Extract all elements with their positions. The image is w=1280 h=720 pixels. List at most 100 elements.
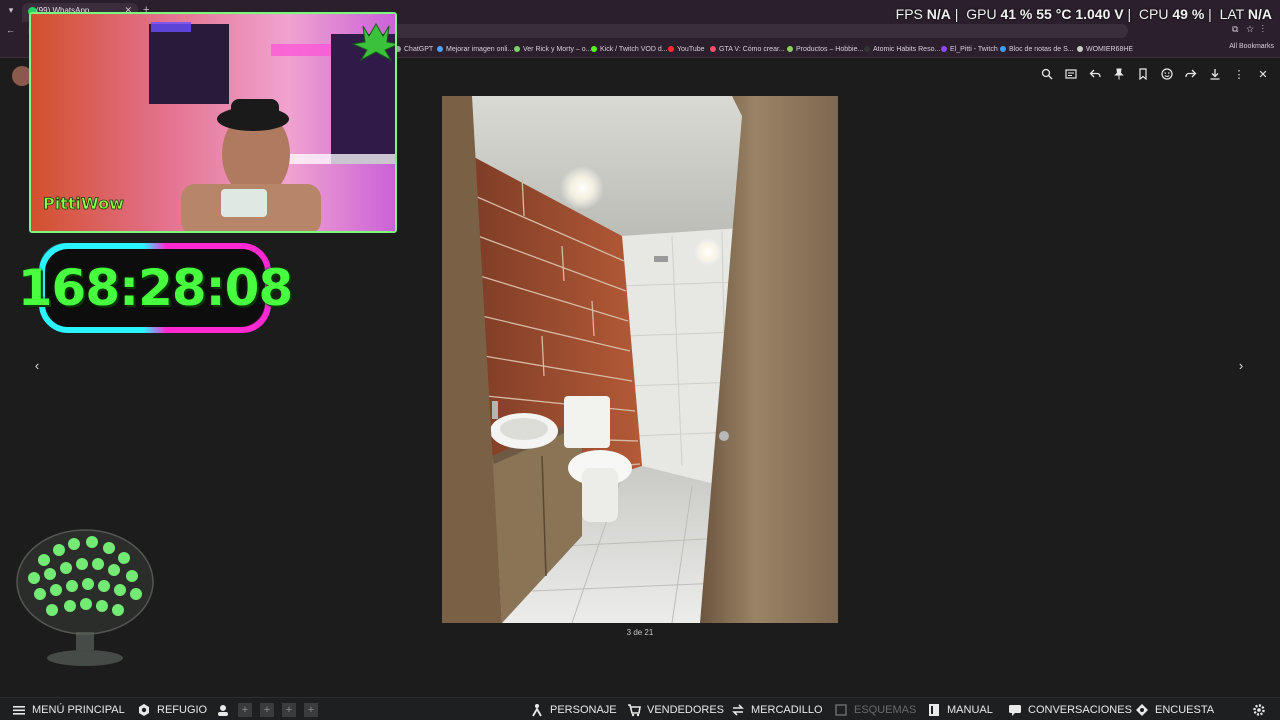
refugio-button[interactable]: REFUGIO [137, 702, 207, 718]
mercadillo-label: MERCADILLO [751, 704, 823, 716]
empty-slot-3[interactable]: + [282, 703, 296, 717]
bookmark-favicon-icon [864, 46, 870, 52]
stream-timer: 168:28:08 [17, 240, 294, 336]
personaje-button[interactable]: PERSONAJE [530, 702, 617, 718]
blueprint-icon [834, 703, 848, 717]
main-menu-button[interactable]: MENÚ PRINCIPAL [12, 702, 125, 718]
main-menu-label: MENÚ PRINCIPAL [32, 704, 125, 716]
gpu-label: GPU [966, 6, 997, 22]
bookmark-item[interactable]: Kick / Twitch VOD d... [591, 43, 668, 55]
bookmark-favicon-icon [941, 46, 947, 52]
esquemas-button[interactable]: ESQUEMAS [834, 702, 916, 718]
bookmark-favicon-icon [710, 46, 716, 52]
empty-slot-4[interactable]: + [304, 703, 318, 717]
cpu-label: CPU [1138, 6, 1169, 22]
conversaciones-button[interactable]: CONVERSACIONES [1008, 702, 1132, 718]
performance-stats: FPS N/A | GPU 41 % 55 °C 1.040 V | CPU 4… [895, 6, 1272, 22]
screen: ▾ (99) WhatsApp ✕ + ← ⧉☆⋮ ChatGPT Mejorar… [0, 0, 1280, 720]
viewer-toolbar: ⋮ ✕ [1040, 68, 1270, 82]
game-hud-bar: MENÚ PRINCIPAL REFUGIO + + + + PERSONAJE… [0, 697, 1280, 720]
bookmark-item[interactable]: Productos – Hobbie... [787, 43, 863, 55]
bookmark-item[interactable]: Mejorar imagen onli... [437, 43, 513, 55]
bookmark-item[interactable]: Atomic Habits Reso... [864, 43, 940, 55]
lat-label: LAT [1219, 6, 1244, 22]
back-arrow-icon[interactable]: ← [6, 25, 15, 35]
webcam-overlay: PittiWow [29, 12, 397, 233]
bookmark-label: Kick / Twitch VOD d... [600, 45, 668, 53]
close-icon[interactable]: ✕ [1256, 68, 1270, 82]
bookmark-item[interactable]: YouTube [668, 43, 705, 55]
all-bookmarks-link[interactable]: All Bookmarks [1229, 43, 1274, 50]
bookmark-favicon-icon [787, 46, 793, 52]
react-icon[interactable] [1160, 68, 1174, 82]
bookmark-favicon-icon [1077, 46, 1083, 52]
star-icon[interactable] [1136, 68, 1150, 82]
reply-icon[interactable] [1088, 68, 1102, 82]
bookmark-item[interactable]: WOMIER68HE [1077, 43, 1133, 55]
zoom-icon[interactable] [1040, 68, 1054, 82]
encuesta-button[interactable]: ENCUESTA [1135, 702, 1214, 718]
chat-icon [1008, 703, 1022, 717]
media-photo[interactable] [442, 96, 838, 623]
menu-icon[interactable]: ⋮ [1232, 68, 1246, 82]
bookmark-favicon-icon [591, 46, 597, 52]
bookmark-item[interactable]: ChatGPT [395, 43, 433, 55]
gpu-volt: 1.040 V [1075, 6, 1124, 22]
bookmark-label: Ver Rick y Morty – o... [523, 45, 592, 53]
book-icon [927, 703, 941, 717]
empty-slot-1[interactable]: + [238, 703, 252, 717]
vendedores-label: VENDEDORES [647, 704, 725, 716]
bookmark-label: WOMIER68HE [1086, 45, 1134, 53]
character-icon [216, 703, 230, 717]
bookmark-label: ChatGPT [404, 45, 434, 53]
forward-icon[interactable] [1184, 68, 1198, 82]
previous-arrow-icon[interactable]: ‹ [30, 358, 44, 374]
bookmark-label: El_Pitti - Twitch [950, 45, 998, 53]
bookmark-label: Bloc de notas de S... [1009, 45, 1074, 53]
caption-icon[interactable] [1064, 68, 1078, 82]
manual-button[interactable]: MANUAL [927, 702, 993, 718]
profile-slot[interactable] [216, 702, 230, 718]
encuesta-label: ENCUESTA [1155, 704, 1215, 716]
timer-value: 168:28:08 [17, 259, 294, 317]
bookmark-label: Mejorar imagen onli... [446, 45, 514, 53]
bookmark-label: Productos – Hobbie... [796, 45, 864, 53]
esquemas-label: ESQUEMAS [854, 704, 917, 716]
bookmark-item[interactable]: Bloc de notas de S... [1000, 43, 1074, 55]
bookmark-favicon-icon [668, 46, 674, 52]
download-icon[interactable] [1208, 68, 1222, 82]
next-arrow-icon[interactable]: › [1234, 358, 1248, 374]
bookmark-item[interactable]: El_Pitti - Twitch [941, 43, 998, 55]
gpu-temp: 55 °C [1036, 6, 1072, 22]
settings-button[interactable] [1252, 702, 1266, 718]
personaje-label: PERSONAJE [550, 704, 617, 716]
gear-icon [137, 703, 151, 717]
refugio-label: REFUGIO [157, 704, 208, 716]
bookmark-label: GTA V: Cómo crear... [719, 45, 785, 53]
vendedores-button[interactable]: VENDEDORES [627, 702, 724, 718]
browser-actions-icon[interactable]: ⧉☆⋮ [1232, 24, 1272, 35]
bookmark-item[interactable]: GTA V: Cómo crear... [710, 43, 785, 55]
fps-label: FPS [895, 6, 923, 22]
cpu-util: 49 % [1172, 6, 1205, 22]
manual-label: MANUAL [947, 704, 993, 716]
mercadillo-button[interactable]: MERCADILLO [731, 702, 823, 718]
tab-search-icon[interactable]: ▾ [4, 3, 18, 17]
bookmark-favicon-icon [1000, 46, 1006, 52]
bookmark-favicon-icon [437, 46, 443, 52]
bookmark-item[interactable]: Ver Rick y Morty – o... [514, 43, 591, 55]
bookmark-favicon-icon [514, 46, 520, 52]
pin-icon[interactable] [1112, 68, 1126, 82]
bowl-overlay [14, 520, 156, 670]
cart-icon [627, 703, 641, 717]
gpu-util: 41 % [1000, 6, 1033, 22]
bookmark-label: Atomic Habits Reso... [873, 45, 941, 53]
empty-slot-2[interactable]: + [260, 703, 274, 717]
exchange-icon [731, 703, 745, 717]
conversaciones-label: CONVERSACIONES [1028, 704, 1132, 716]
poll-icon [1135, 703, 1149, 717]
media-counter: 3 de 21 [626, 628, 654, 637]
lat-value: N/A [1247, 6, 1272, 22]
webcam-logo: PittiWow [43, 194, 124, 213]
person-icon [530, 703, 544, 717]
